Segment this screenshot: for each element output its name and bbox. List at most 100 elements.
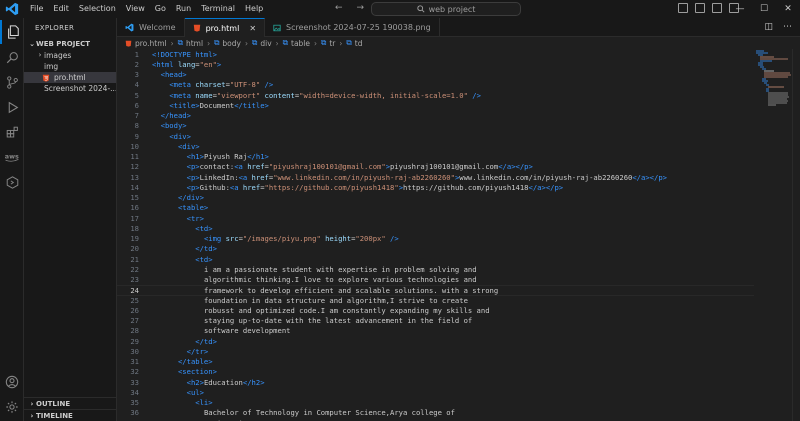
maximize-icon[interactable]: ☐	[752, 0, 776, 18]
toggle-sidebar-icon[interactable]	[678, 3, 688, 13]
breadcrumb-body[interactable]: ⧉ body	[214, 38, 241, 48]
remote-explorer-icon[interactable]	[0, 170, 24, 194]
settings-gear-icon[interactable]	[0, 395, 24, 419]
breadcrumb-td[interactable]: ⧉ td	[346, 38, 362, 48]
breadcrumb-tr[interactable]: ⧉ tr	[321, 38, 335, 48]
code-line[interactable]: 18 <td>	[117, 224, 754, 234]
tab-welcome[interactable]: Welcome	[117, 18, 185, 37]
code-text: <div>	[152, 142, 200, 152]
tree-item-img[interactable]: img	[24, 61, 116, 72]
code-line[interactable]: 26 robusst and optimized code.I am const…	[117, 306, 754, 316]
code-line[interactable]: 2 <html lang="en">	[117, 60, 754, 70]
menu-selection[interactable]: Selection	[74, 0, 121, 18]
code-line[interactable]: 23 algorithmic thinking.I love to explor…	[117, 275, 754, 285]
code-token: <meta	[169, 80, 196, 90]
code-line[interactable]: 28 software development	[117, 326, 754, 336]
code-line[interactable]: 17 <tr>	[117, 214, 754, 224]
menu-terminal[interactable]: Terminal	[196, 0, 240, 18]
breadcrumb-table[interactable]: ⧉ table	[283, 38, 310, 48]
code-line[interactable]: 12 <p>contact:<a href="piyushraj100101@g…	[117, 162, 754, 172]
menu-help[interactable]: Help	[240, 0, 268, 18]
code-line[interactable]: 27 staying up-to-date with the latest ad…	[117, 316, 754, 326]
code-line[interactable]: 36 Bachelor of Technology in Computer Sc…	[117, 408, 754, 418]
code-line[interactable]: 9 <div>	[117, 132, 754, 142]
run-debug-icon[interactable]	[0, 95, 24, 119]
code-line[interactable]: 11 <h1>Piyush Raj</h1>	[117, 152, 754, 162]
code-line[interactable]: 21 <td>	[117, 255, 754, 265]
extensions-icon[interactable]	[0, 120, 24, 144]
code-line[interactable]: 1 <!DOCTYPE html>	[117, 50, 754, 60]
code-line[interactable]: 30 </tr>	[117, 347, 754, 357]
line-number: 8	[134, 121, 139, 131]
minimap[interactable]	[754, 49, 792, 149]
breadcrumb: pro.html › ⧉ html › ⧉ body › ⧉ div › ⧉ table…	[117, 37, 800, 49]
code-line[interactable]: 25 foundation in data structure and algo…	[117, 296, 754, 306]
menu-edit[interactable]: Edit	[48, 0, 74, 18]
accounts-icon[interactable]	[0, 370, 24, 394]
code-token: "piyushraj100101@gmail.com"	[268, 162, 386, 172]
aws-icon[interactable]: aws	[0, 145, 24, 169]
menu-file[interactable]: File	[25, 0, 48, 18]
breadcrumb-div[interactable]: ⧉ div	[252, 38, 272, 48]
vertical-scrollbar[interactable]	[792, 49, 800, 421]
command-center-search[interactable]: web project	[371, 2, 521, 16]
code-line[interactable]: 32 <section>	[117, 367, 754, 377]
search-view-icon[interactable]	[0, 45, 24, 69]
breadcrumb-file[interactable]: pro.html	[125, 39, 167, 48]
code-line[interactable]: 33 <h2>Education</h2>	[117, 378, 754, 388]
code-line[interactable]: 16 <table>	[117, 203, 754, 213]
breadcrumb-html[interactable]: ⧉ html	[178, 38, 203, 48]
menu-run[interactable]: Run	[171, 0, 196, 18]
breadcrumb-label: td	[354, 38, 363, 48]
breadcrumb-label: body	[222, 38, 241, 48]
chevron-down-icon: ⌄	[29, 40, 35, 48]
close-window-icon[interactable]: ✕	[776, 0, 800, 18]
code-token: algorithmic thinking.I love to explore v…	[203, 275, 477, 284]
explorer-icon[interactable]	[0, 20, 24, 44]
code-line[interactable]: 20 </td>	[117, 244, 754, 254]
code-line[interactable]: 7 </head>	[117, 111, 754, 121]
toggle-panel-icon[interactable]	[695, 3, 705, 13]
outline-section[interactable]: › OUTLINE	[24, 397, 117, 409]
code-token: href	[242, 182, 261, 192]
tree-item-screenshot[interactable]: Screenshot 2024-...	[24, 83, 116, 94]
code-line[interactable]: 13 <p>LinkedIn:<a href="www.linkedin.com…	[117, 173, 754, 183]
code-line[interactable]: 19 <img src="/images/piyu.png" height="2…	[117, 234, 754, 244]
code-token: contact:	[199, 162, 235, 172]
code-line[interactable]: 15 </div>	[117, 193, 754, 203]
forward-arrow-icon[interactable]: →	[357, 3, 365, 13]
code-line[interactable]: 14 <p>Github:<a href="https://github.com…	[117, 183, 754, 193]
split-editor-icon[interactable]: ◫	[764, 22, 773, 32]
tree-item-pro-html[interactable]: pro.html	[24, 72, 116, 83]
project-folder-header[interactable]: ⌄ WEB PROJECT	[24, 38, 116, 50]
html-file-icon	[125, 40, 132, 47]
tab-pro-html[interactable]: pro.html ✕	[184, 18, 266, 37]
timeline-section[interactable]: › TIMELINE	[24, 409, 117, 421]
code-line[interactable]: 8 <body>	[117, 121, 754, 131]
code-line[interactable]: 29 </td>	[117, 337, 754, 347]
code-line[interactable]: 22 i am a passionate student with expert…	[117, 265, 754, 275]
code-line[interactable]: 34 <ul>	[117, 388, 754, 398]
more-actions-icon[interactable]: ⋯	[783, 22, 792, 32]
code-line[interactable]: 31 </table>	[117, 357, 754, 367]
tree-item-images[interactable]: › images	[24, 50, 116, 61]
code-line[interactable]: 4 <meta charset="UTF-8" />	[117, 80, 754, 90]
code-line[interactable]: 3 <head>	[117, 70, 754, 80]
toggle-secondary-sidebar-icon[interactable]	[712, 3, 722, 13]
code-line[interactable]: 6 <title>Document</title>	[117, 101, 754, 111]
minimize-icon[interactable]: —	[728, 0, 752, 18]
menu-go[interactable]: Go	[150, 0, 171, 18]
tab-screenshot[interactable]: Screenshot 2024-07-25 190038.png	[265, 18, 440, 37]
close-tab-icon[interactable]: ✕	[249, 24, 256, 33]
back-arrow-icon[interactable]: ←	[335, 3, 343, 13]
code-line[interactable]: 35 <li>	[117, 398, 754, 408]
code-line[interactable]: 5 <meta name="viewport" content="width=d…	[117, 91, 754, 101]
code-token: "width=device-width, initial-scale=1.0"	[299, 90, 468, 100]
code-line[interactable]: 10 <div>	[117, 142, 754, 152]
menu-view[interactable]: View	[121, 0, 150, 18]
code-editor[interactable]: 1 <!DOCTYPE html> 2 <html lang="en"> 3 <head…	[117, 49, 800, 421]
code-line[interactable]: 24 framework to develop efficient and sc…	[117, 285, 754, 296]
source-control-icon[interactable]	[0, 70, 24, 94]
